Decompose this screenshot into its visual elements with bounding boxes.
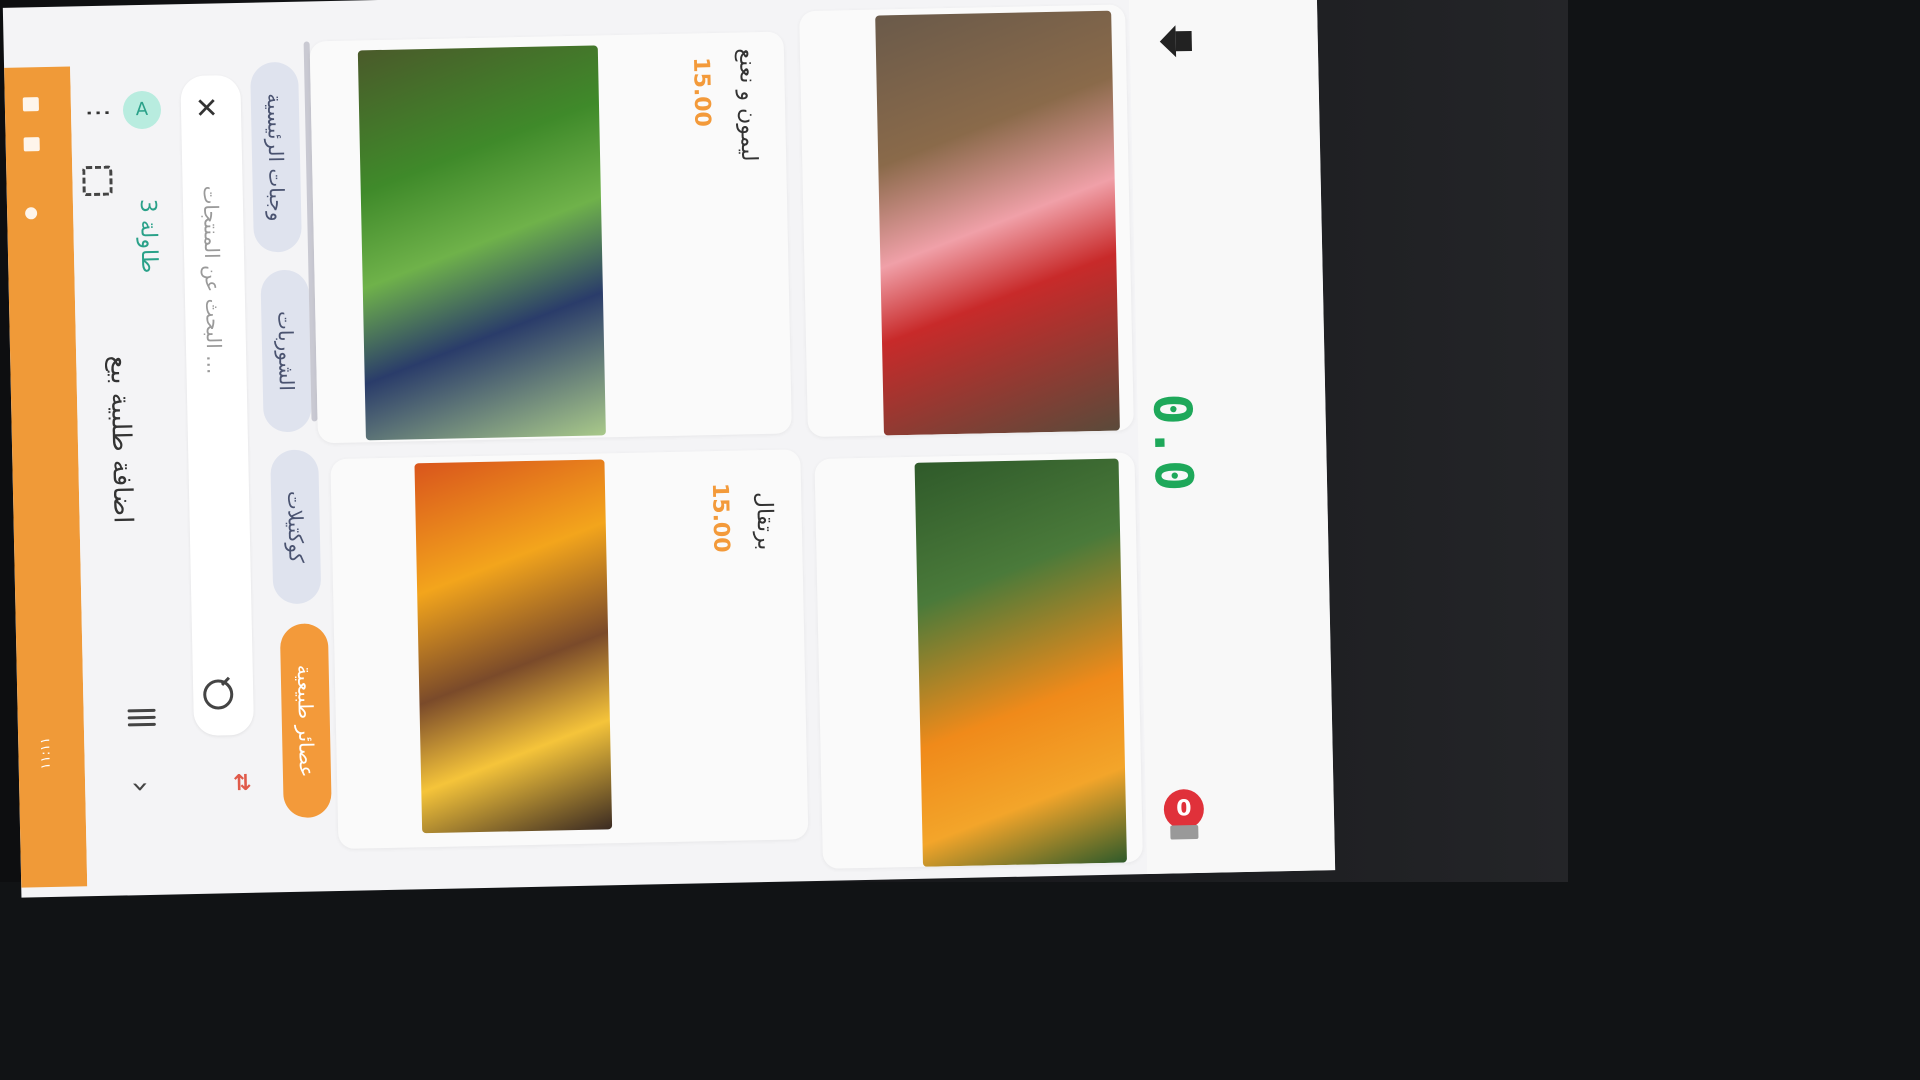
battery-icon <box>22 97 39 112</box>
product-card-orange[interactable]: 15.00 برتقال <box>330 449 809 850</box>
product-name: برتقال <box>751 491 778 551</box>
wifi-icon <box>23 137 40 152</box>
cart-icon[interactable] <box>1170 825 1199 840</box>
product-image <box>875 10 1120 436</box>
product-card-carrot[interactable] <box>814 452 1143 869</box>
product-price: 15.00 <box>688 56 715 128</box>
product-image <box>357 45 606 441</box>
product-card-lemon-mint[interactable]: 15.00 ليمون و نعنع <box>309 31 792 444</box>
total-display: 0.0 <box>1141 392 1204 495</box>
category-chip-label: عصائر طبيعية <box>292 664 319 778</box>
status-time: ۱۱:۱۱ <box>38 736 54 770</box>
search-bar[interactable]: ✕ البحث عن المنتجات ... <box>180 74 255 737</box>
product-name: ليمون و نعنع <box>733 48 762 162</box>
search-input[interactable]: البحث عن المنتجات ... <box>199 185 227 374</box>
category-chip-cocktails[interactable]: كوكتيلات <box>270 449 322 605</box>
category-chip-main-meals[interactable]: وجبات الرئيسية <box>250 61 302 253</box>
sort-icon[interactable]: ⇅ <box>233 771 252 796</box>
avatar[interactable]: A <box>122 90 162 130</box>
table-label[interactable]: طاولة 3 <box>135 199 162 274</box>
fullscreen-icon[interactable] <box>82 165 113 197</box>
category-chip-soups[interactable]: الشوربات <box>260 269 312 433</box>
back-arrow-icon[interactable]: ‹ <box>122 780 157 793</box>
signal-icon <box>25 207 38 220</box>
product-image <box>914 458 1127 867</box>
app-bar: اضافة طلبية بيع طاولة 3 A ⋮ ‹ <box>70 64 186 887</box>
kebab-menu-icon[interactable]: ⋮ <box>83 100 114 127</box>
category-chip-label: الشوربات <box>273 310 299 392</box>
product-card-strawberry[interactable] <box>799 4 1134 438</box>
category-chip-label: كوكتيلات <box>283 490 309 564</box>
home-icon[interactable] <box>1159 25 1192 58</box>
category-chip-label: وجبات الرئيسية <box>262 92 290 222</box>
page-title: اضافة طلبية بيع <box>104 355 138 524</box>
category-chip-natural-juices[interactable]: عصائر طبيعية <box>279 623 332 819</box>
device-background: ۱۱:۱۱ اضافة طلبية بيع طاولة 3 A ⋮ ‹ ✕ ال… <box>0 0 1568 898</box>
product-price: 15.00 <box>706 482 734 553</box>
product-image <box>414 459 613 834</box>
hamburger-icon[interactable] <box>127 705 156 732</box>
search-icon[interactable] <box>202 679 234 710</box>
close-icon[interactable]: ✕ <box>195 91 219 124</box>
app-screen: ۱۱:۱۱ اضافة طلبية بيع طاولة 3 A ⋮ ‹ ✕ ال… <box>2 0 1336 898</box>
